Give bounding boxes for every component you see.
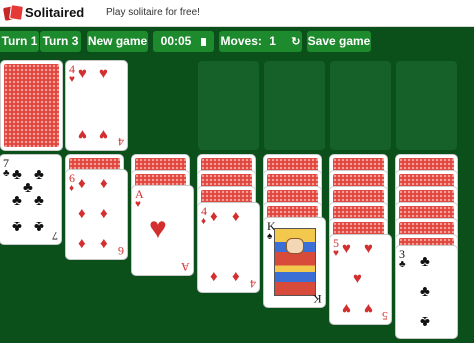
card-rank-bottom: 5: [382, 309, 388, 323]
brand-name[interactable]: Solitaired: [25, 5, 84, 20]
diamond-icon: ♦: [201, 216, 207, 227]
card-rank-bottom: 4: [118, 135, 124, 149]
heart-icon: ♥: [78, 126, 87, 143]
diamond-icon: ♦: [232, 208, 240, 225]
timer-value: 00:05: [160, 34, 192, 48]
diamond-icon: ♦: [78, 205, 86, 222]
card-rank-bottom: 6: [118, 244, 124, 258]
club-icon: ♣: [34, 192, 44, 209]
foundation-slot-2[interactable]: [264, 61, 325, 150]
heart-icon: ♥: [364, 300, 373, 317]
heart-icon: ♥: [333, 248, 339, 259]
heart-icon: ♥: [99, 65, 108, 82]
tagline: Play solitaire for free!: [106, 7, 200, 18]
heart-icon: ♥: [364, 240, 373, 257]
heart-icon: ♥: [135, 199, 141, 210]
undo-icon[interactable]: ↻: [291, 32, 300, 53]
timer[interactable]: 00:05: [153, 31, 214, 52]
cards-logo-icon: [2, 4, 24, 21]
turn1-button[interactable]: Turn 1: [0, 31, 39, 52]
heart-icon: ♥: [353, 270, 362, 287]
diamond-icon: ♦: [100, 235, 108, 252]
new-game-button[interactable]: New game: [87, 31, 148, 52]
tableau-6-card[interactable]: 5 ♥ ♥ ♥ ♥ ♥ ♥ 5: [330, 235, 391, 324]
save-game-button[interactable]: Save game: [307, 31, 371, 52]
club-icon: ♣: [420, 253, 430, 270]
waste-card[interactable]: 4 ♥ ♥ ♥ ♥ ♥ 4: [66, 61, 127, 150]
foundation-slot-3[interactable]: [330, 61, 391, 150]
heart-icon: ♥: [99, 126, 108, 143]
tableau-7-card[interactable]: 3 ♣ ♣ ♣ ♣: [396, 246, 457, 338]
card-rank-bottom: K: [313, 292, 322, 306]
club-icon: ♣: [420, 283, 430, 300]
club-icon: ♣: [34, 218, 44, 235]
heart-icon: ♥: [149, 212, 167, 245]
diamond-icon: ♦: [100, 205, 108, 222]
club-icon: ♣: [12, 166, 22, 183]
tableau-2-card[interactable]: 6 ♦ ♦ ♦ ♦ ♦ ♦ ♦ 6: [66, 170, 127, 259]
stock-pile[interactable]: [1, 61, 62, 150]
foundation-slot-4[interactable]: [396, 61, 457, 150]
club-icon: ♣: [23, 179, 33, 196]
tableau-4-card[interactable]: 4 ♦ ♦ ♦ ♦ ♦ 4: [198, 203, 259, 292]
turn3-button[interactable]: Turn 3: [40, 31, 81, 52]
club-icon: ♣: [12, 218, 22, 235]
heart-icon: ♥: [78, 65, 87, 82]
club-icon: ♣: [399, 259, 406, 270]
heart-icon: ♥: [342, 240, 351, 257]
moves-counter: Moves: 1 ↻: [219, 31, 302, 52]
spade-icon: ♠: [267, 231, 273, 242]
club-icon: ♣: [12, 192, 22, 209]
foundation-slot-1[interactable]: [198, 61, 259, 150]
diamond-icon: ♦: [210, 208, 218, 225]
heart-icon: ♥: [69, 74, 75, 85]
card-rank-bottom: 7: [52, 229, 58, 243]
club-icon: ♣: [3, 168, 10, 179]
king-face: [286, 238, 304, 254]
diamond-icon: ♦: [232, 268, 240, 285]
club-icon: ♣: [420, 313, 430, 330]
card-rank-bottom: 4: [250, 277, 256, 291]
tableau-5-card[interactable]: K ♠ K: [264, 218, 325, 307]
club-icon: ♣: [34, 166, 44, 183]
diamond-icon: ♦: [210, 268, 218, 285]
diamond-icon: ♦: [69, 183, 75, 194]
card-rank-bottom: A: [181, 260, 190, 274]
diamond-icon: ♦: [78, 235, 86, 252]
diamond-icon: ♦: [78, 175, 86, 192]
moves-value: 1: [269, 34, 276, 48]
heart-icon: ♥: [342, 300, 351, 317]
diamond-icon: ♦: [100, 175, 108, 192]
tableau-1-card[interactable]: 7 ♣ ♣ ♣ ♣ ♣ ♣ ♣ ♣ 7: [0, 155, 61, 244]
tableau-3-card[interactable]: A ♥ ♥ A: [132, 186, 193, 275]
pause-icon[interactable]: [201, 38, 207, 46]
top-bar: Solitaired Play solitaire for free!: [0, 0, 474, 27]
moves-label: Moves:: [220, 34, 262, 48]
